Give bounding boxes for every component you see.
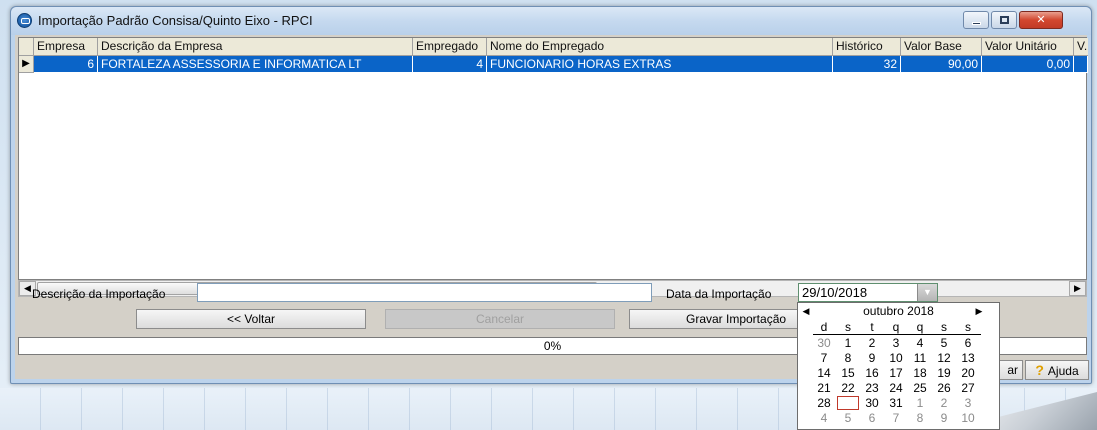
title-bar[interactable]: Importação Padrão Consisa/Quinto Eixo - …	[11, 7, 1091, 35]
calendar-day[interactable]: 8	[837, 351, 859, 365]
maximize-icon	[1000, 16, 1009, 24]
voltar-button[interactable]: << Voltar	[136, 309, 366, 329]
calendar-day[interactable]: 7	[885, 411, 907, 425]
calendar-day[interactable]: 28	[813, 396, 835, 410]
calendar-header: ◀ outubro 2018 ▶	[798, 303, 999, 319]
calendar-day[interactable]: 13	[957, 351, 979, 365]
calendar-day[interactable]: 3	[957, 396, 979, 410]
calendar-day[interactable]: 9	[861, 351, 883, 365]
calendar-day[interactable]: 31	[885, 396, 907, 410]
calendar-day[interactable]: 5	[933, 336, 955, 350]
calendar-divider	[813, 334, 981, 335]
calendar-day[interactable]: 22	[837, 381, 859, 395]
close-icon: ✕	[1036, 14, 1046, 26]
calendar-day[interactable]: 11	[909, 351, 931, 365]
grid-header: Empresa Descrição da Empresa Empregado N…	[19, 38, 1088, 56]
calendar-day[interactable]: 9	[933, 411, 955, 425]
row-indicator-icon: ▶	[19, 56, 34, 73]
calendar-day[interactable]: 4	[909, 336, 931, 350]
calendar-day[interactable]: 10	[885, 351, 907, 365]
calendar-day[interactable]: 27	[957, 381, 979, 395]
descricao-label: Descrição da Importação	[32, 287, 166, 301]
header-historico[interactable]: Histórico	[833, 38, 901, 56]
calendar-day[interactable]: 2	[861, 336, 883, 350]
calendar-day[interactable]: 6	[861, 411, 883, 425]
calendar-month[interactable]: outubro 2018	[818, 303, 979, 319]
ajuda-label: Ajuda	[1047, 364, 1079, 378]
calendar-day[interactable]: 14	[813, 366, 835, 380]
data-field[interactable]: 29/10/2018 ▼	[798, 283, 938, 302]
calendar-day[interactable]: 10	[957, 411, 979, 425]
cell-nome-empregado[interactable]: FUNCIONARIO HORAS EXTRAS	[487, 56, 833, 73]
close-button[interactable]: ✕	[1019, 11, 1063, 29]
calendar-day[interactable]: 3	[885, 336, 907, 350]
table-row[interactable]: ▶ 6 FORTALEZA ASSESSORIA E INFORMATICA L…	[19, 56, 1088, 73]
calendar-day[interactable]: 1	[909, 396, 931, 410]
cell-empresa[interactable]: 6	[34, 56, 98, 73]
calendar-day[interactable]: 30	[813, 336, 835, 350]
calendar-day[interactable]: 20	[957, 366, 979, 380]
next-month-icon[interactable]: ▶	[971, 303, 987, 319]
calendar-day[interactable]: 5	[837, 411, 859, 425]
calendar-day-selected[interactable]	[837, 396, 859, 410]
calendar-day[interactable]: 8	[909, 411, 931, 425]
header-extra[interactable]: V.	[1074, 38, 1088, 56]
calendar-day[interactable]: 21	[813, 381, 835, 395]
ajuda-button[interactable]: ? Ajuda	[1025, 360, 1089, 380]
calendar-day[interactable]: 16	[861, 366, 883, 380]
weekday-label: q	[892, 320, 900, 334]
calendar-day[interactable]: 2	[933, 396, 955, 410]
calendar-day[interactable]: 19	[933, 366, 955, 380]
app-icon	[17, 13, 32, 28]
cell-empregado[interactable]: 4	[413, 56, 487, 73]
calendar-day[interactable]: 25	[909, 381, 931, 395]
calendar-day[interactable]: 26	[933, 381, 955, 395]
header-empresa[interactable]: Empresa	[34, 38, 98, 56]
date-picker[interactable]: ◀ outubro 2018 ▶ d s t q q s s 30 1 2 3 4 5 6 7 8 9 10 11 1…	[797, 302, 1000, 430]
help-icon: ?	[1035, 362, 1044, 378]
cell-historico[interactable]: 32	[833, 56, 901, 73]
header-valor-base[interactable]: Valor Base	[901, 38, 982, 56]
calendar-day[interactable]: 18	[909, 366, 931, 380]
cell-extra[interactable]	[1074, 56, 1088, 73]
dropdown-icon[interactable]: ▼	[917, 284, 937, 301]
weekday-label: d	[820, 320, 828, 334]
weekday-label: t	[870, 320, 874, 334]
calendar-day[interactable]: 4	[813, 411, 835, 425]
data-value: 29/10/2018	[802, 285, 868, 300]
weekday-label: q	[916, 320, 924, 334]
weekday-label: s	[965, 320, 971, 334]
window-title: Importação Padrão Consisa/Quinto Eixo - …	[38, 13, 313, 28]
calendar-day[interactable]: 30	[861, 396, 883, 410]
weekday-label: s	[845, 320, 851, 334]
minimize-icon	[972, 22, 981, 25]
descricao-field[interactable]	[197, 283, 652, 302]
header-valor-unitario[interactable]: Valor Unitário	[982, 38, 1074, 56]
calendar-day[interactable]: 17	[885, 366, 907, 380]
progress-text: 0%	[543, 339, 562, 353]
minimize-button[interactable]	[963, 11, 989, 29]
calendar-day[interactable]: 24	[885, 381, 907, 395]
header-empregado[interactable]: Empregado	[413, 38, 487, 56]
calendar-day[interactable]: 6	[957, 336, 979, 350]
calendar-day[interactable]: 12	[933, 351, 955, 365]
cancelar-button[interactable]: Cancelar	[385, 309, 615, 329]
cell-descricao-empresa[interactable]: FORTALEZA ASSESSORIA E INFORMATICA LT	[98, 56, 413, 73]
header-indicator	[19, 38, 34, 56]
data-label: Data da Importação	[666, 287, 772, 301]
maximize-button[interactable]	[991, 11, 1017, 29]
import-grid[interactable]: Empresa Descrição da Empresa Empregado N…	[18, 37, 1088, 280]
calendar-day[interactable]: 7	[813, 351, 835, 365]
header-descricao-empresa[interactable]: Descrição da Empresa	[98, 38, 413, 56]
scroll-right-icon[interactable]: ▶	[1069, 281, 1086, 296]
calendar-day[interactable]: 15	[837, 366, 859, 380]
calendar-day[interactable]: 1	[837, 336, 859, 350]
cell-valor-unitario[interactable]: 0,00	[982, 56, 1074, 73]
prev-month-icon[interactable]: ◀	[798, 303, 814, 319]
calendar-day[interactable]: 23	[861, 381, 883, 395]
header-nome-empregado[interactable]: Nome do Empregado	[487, 38, 833, 56]
cell-valor-base[interactable]: 90,00	[901, 56, 982, 73]
weekday-label: s	[941, 320, 947, 334]
